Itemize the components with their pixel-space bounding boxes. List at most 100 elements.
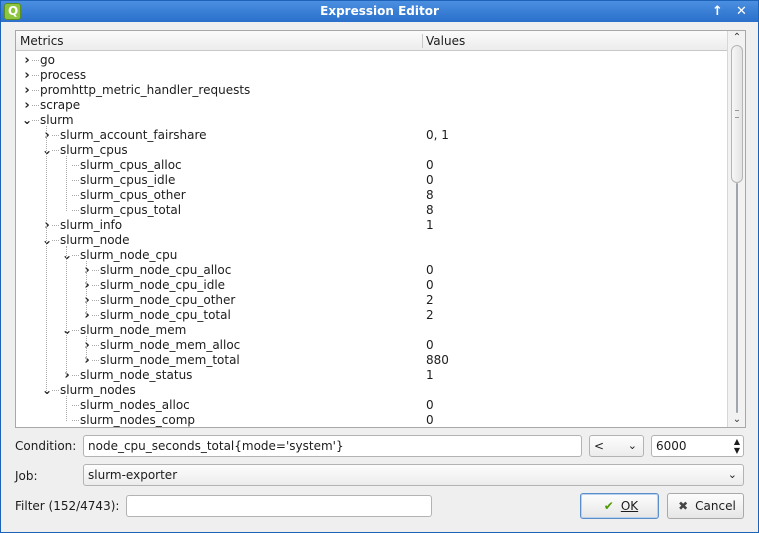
tree-row[interactable]: slurm_cpus_idle 0 xyxy=(16,173,727,188)
tree-header: Metrics Values xyxy=(16,31,727,51)
tree-guide xyxy=(92,300,99,301)
tree-row-value: 1 xyxy=(426,368,434,382)
collapsed-arrow-icon[interactable]: › xyxy=(82,338,92,353)
tree-guide xyxy=(72,255,79,256)
tree-row-label: promhttp_metric_handler_requests xyxy=(40,83,251,97)
tree-row[interactable]: › slurm_node_cpu_idle 0 xyxy=(16,278,727,293)
job-value: slurm-exporter xyxy=(88,468,178,482)
tree-row[interactable]: › slurm_info 1 xyxy=(16,218,727,233)
tree-row[interactable]: ⌄ slurm_node_mem xyxy=(16,323,727,338)
chevron-down-icon: ⌄ xyxy=(627,439,637,452)
tree-row[interactable]: › go xyxy=(16,53,727,68)
scroll-up-icon[interactable]: ⌃ xyxy=(729,31,745,45)
tree-row-label: slurm_cpus xyxy=(60,143,128,157)
tree-row-label: slurm_node_mem_total xyxy=(100,353,240,367)
tree-guide xyxy=(52,240,59,241)
tree-row-value: 2 xyxy=(426,308,434,322)
tree-row[interactable]: ⌄ slurm_nodes xyxy=(16,383,727,398)
tree-row[interactable]: ⌄ slurm xyxy=(16,113,727,128)
expanded-arrow-icon[interactable]: ⌄ xyxy=(22,113,32,128)
tree-row[interactable]: slurm_cpus_alloc 0 xyxy=(16,158,727,173)
tree-row[interactable]: › promhttp_metric_handler_requests xyxy=(16,83,727,98)
tree-row[interactable]: › slurm_node_status 1 xyxy=(16,368,727,383)
collapsed-arrow-icon[interactable]: › xyxy=(82,293,92,308)
tree-row[interactable]: › slurm_node_cpu_alloc 0 xyxy=(16,263,727,278)
tree-row[interactable]: slurm_cpus_other 8 xyxy=(16,188,727,203)
expanded-arrow-icon[interactable]: ⌄ xyxy=(42,383,52,398)
tree-guide xyxy=(32,60,39,61)
expanded-arrow-icon[interactable]: ⌄ xyxy=(62,248,72,263)
tree-row-label: slurm_node_cpu xyxy=(80,248,178,262)
scroll-thumb[interactable] xyxy=(731,45,743,183)
collapsed-arrow-icon[interactable]: › xyxy=(82,278,92,293)
cancel-button[interactable]: ✖ Cancel xyxy=(667,493,744,519)
spin-arrows-icon[interactable]: ▲ ▼ xyxy=(734,437,740,455)
header-values[interactable]: Values xyxy=(426,34,465,48)
tree-row[interactable]: › slurm_node_mem_total 880 xyxy=(16,353,727,368)
tree-row-value: 0 xyxy=(426,158,434,172)
window-title: Expression Editor xyxy=(320,4,439,18)
collapsed-arrow-icon[interactable]: › xyxy=(22,98,32,113)
job-select[interactable]: slurm-exporter ⌄ xyxy=(83,464,744,486)
tree-row-value: 0 xyxy=(426,398,434,412)
tree-row[interactable]: › slurm_node_mem_alloc 0 xyxy=(16,338,727,353)
condition-label: Condition: xyxy=(15,439,77,453)
tree-row[interactable]: › process xyxy=(16,68,727,83)
tree-row-value: 8 xyxy=(426,188,434,202)
collapsed-arrow-icon[interactable]: › xyxy=(22,53,32,68)
close-icon[interactable]: ✕ xyxy=(733,3,750,20)
tree-row-label: slurm_node xyxy=(60,233,130,247)
tree-row[interactable]: slurm_nodes_comp 0 xyxy=(16,413,727,427)
tree-row-label: slurm_node_mem_alloc xyxy=(100,338,241,352)
tree-guide xyxy=(92,345,99,346)
tree-guide xyxy=(92,315,99,316)
collapsed-arrow-icon[interactable]: › xyxy=(82,353,92,368)
tree-row-label: scrape xyxy=(40,98,81,112)
threshold-spinbox[interactable]: 6000 ▲ ▼ xyxy=(651,435,744,457)
titlebar: Q Expression Editor ↑ ✕ xyxy=(1,1,758,22)
collapsed-arrow-icon[interactable]: › xyxy=(82,263,92,278)
tree-row-label: slurm_info xyxy=(60,218,123,232)
tree-row-value: 0 xyxy=(426,263,434,277)
expanded-arrow-icon[interactable]: ⌄ xyxy=(42,143,52,158)
tree-row-label: slurm_cpus_idle xyxy=(80,173,176,187)
tree-row[interactable]: › slurm_account_fairshare 0, 1 xyxy=(16,128,727,143)
tree-connector xyxy=(66,396,67,421)
ok-button[interactable]: ✔ OK xyxy=(580,493,659,519)
tree-row[interactable]: ⌄ slurm_node_cpu xyxy=(16,248,727,263)
keep-above-icon[interactable]: ↑ xyxy=(709,3,726,20)
collapsed-arrow-icon[interactable]: › xyxy=(22,68,32,83)
tree-row[interactable]: › scrape xyxy=(16,98,727,113)
metrics-tree[interactable]: Metrics Values › go › process › promhttp_metr… xyxy=(15,30,746,428)
tree-guide xyxy=(52,225,59,226)
tree-row[interactable]: slurm_cpus_total 8 xyxy=(16,203,727,218)
scroll-grip xyxy=(735,110,739,118)
check-icon: ✔ xyxy=(603,499,614,513)
tree-row[interactable]: ⌄ slurm_node xyxy=(16,233,727,248)
operator-select[interactable]: < ⌄ xyxy=(589,435,644,457)
tree-row-value: 0 xyxy=(426,278,434,292)
tree-row[interactable]: › slurm_node_cpu_total 2 xyxy=(16,308,727,323)
collapsed-arrow-icon[interactable]: › xyxy=(62,368,72,383)
tree-row-value: 2 xyxy=(426,293,434,307)
tree-row-label: go xyxy=(40,53,55,67)
filter-input[interactable] xyxy=(126,495,432,517)
tree-rows: › go › process › promhttp_metric_handler_requ… xyxy=(16,52,727,427)
tree-row[interactable]: › slurm_node_cpu_other 2 xyxy=(16,293,727,308)
scroll-down-icon[interactable]: ⌄ xyxy=(729,413,745,427)
expanded-arrow-icon[interactable]: ⌄ xyxy=(42,233,52,248)
collapsed-arrow-icon[interactable]: › xyxy=(22,83,32,98)
collapsed-arrow-icon[interactable]: › xyxy=(42,218,52,233)
tree-row-label: slurm_node_cpu_idle xyxy=(100,278,226,292)
vertical-scrollbar[interactable]: ⌃ ⌄ xyxy=(727,31,745,427)
header-metrics[interactable]: Metrics xyxy=(20,34,64,48)
tree-row[interactable]: ⌄ slurm_cpus xyxy=(16,143,727,158)
collapsed-arrow-icon[interactable]: › xyxy=(82,308,92,323)
expanded-arrow-icon[interactable]: ⌄ xyxy=(62,323,72,338)
job-label: Job: xyxy=(15,469,38,483)
condition-input[interactable]: node_cpu_seconds_total{mode='system'} xyxy=(83,435,582,457)
tree-guide xyxy=(72,195,79,196)
tree-connector xyxy=(66,156,67,211)
tree-row[interactable]: slurm_nodes_alloc 0 xyxy=(16,398,727,413)
collapsed-arrow-icon[interactable]: › xyxy=(42,128,52,143)
